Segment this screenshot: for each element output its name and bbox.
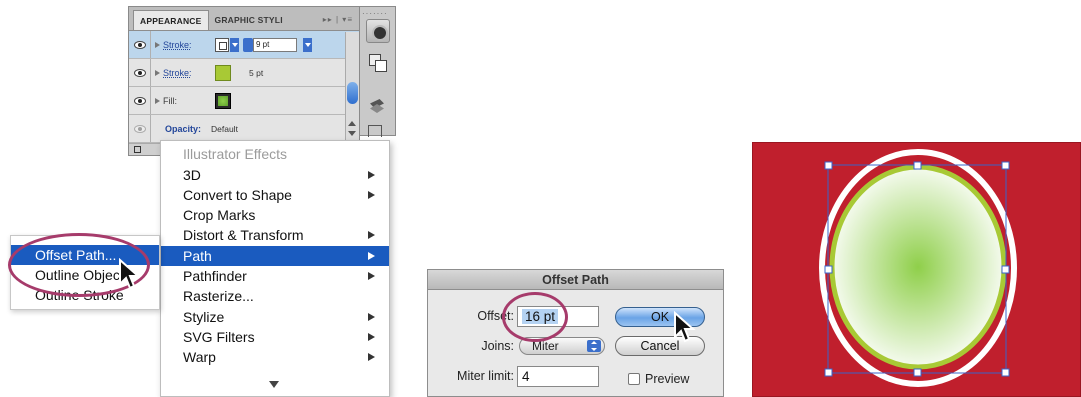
menu-item-label: Stylize: [183, 309, 225, 325]
menu-item-label: SVG Filters: [183, 329, 255, 345]
scroll-down-arrow-icon[interactable]: [348, 131, 356, 136]
stroke-color-swatch[interactable]: [215, 37, 229, 52]
panel-dock: ·······: [360, 6, 396, 137]
menu-item-label: Distort & Transform: [183, 227, 304, 243]
menu-item-label: 3D: [183, 167, 201, 183]
disclosure-triangle-icon[interactable]: [155, 97, 160, 104]
submenu-arrow-icon: [368, 171, 375, 179]
submenu-arrow-icon: [368, 333, 375, 341]
visibility-eye-icon[interactable]: [133, 40, 146, 49]
miter-limit-label: Miter limit:: [457, 369, 514, 383]
submenu-arrow-icon: [368, 353, 375, 361]
submenu-arrow-icon: [368, 313, 375, 321]
submenu-arrow-icon: [368, 272, 375, 280]
appearance-panel: APPEARANCE GRAPHIC STYLI ▸▸ | ▾≡ Stroke:…: [128, 6, 360, 156]
stroke-weight-dropdown[interactable]: [303, 37, 312, 52]
select-arrows-icon: [587, 340, 601, 352]
menu-item-label: Convert to Shape: [183, 187, 292, 203]
stroke-color-swatch[interactable]: [215, 64, 231, 81]
green-fill-ellipse[interactable]: [829, 164, 1007, 370]
menu-item-svg-filters[interactable]: SVG Filters: [161, 327, 389, 347]
menu-item-warp[interactable]: Warp: [161, 347, 389, 367]
menu-item-label: Warp: [183, 349, 216, 365]
appearance-row-opacity[interactable]: Opacity: Default: [129, 115, 359, 143]
stroke-weight-field[interactable]: 9 pt: [253, 37, 297, 52]
visibility-eye-icon[interactable]: [133, 96, 146, 105]
effects-menu: Illustrator Effects 3D Convert to Shape …: [160, 140, 390, 397]
menu-item-crop-marks[interactable]: Crop Marks: [161, 205, 389, 225]
menu-item-pathfinder[interactable]: Pathfinder: [161, 266, 389, 286]
preview-label: Preview: [645, 372, 690, 386]
panel-scrollbar[interactable]: [345, 32, 359, 142]
stroke-panel-icon[interactable]: [366, 19, 390, 43]
offset-input[interactable]: 16 pt: [517, 306, 599, 327]
joins-label: Joins:: [481, 339, 514, 353]
mouse-pointer-icon: [119, 258, 141, 290]
menu-item-label: Rasterize...: [183, 288, 254, 304]
offset-value: 16 pt: [522, 309, 559, 324]
add-new-stroke-icon[interactable]: [134, 146, 141, 153]
menu-item-path[interactable]: Path: [161, 246, 389, 266]
appearance-row-fill[interactable]: Fill:: [129, 87, 359, 115]
visibility-eye-icon[interactable]: [133, 68, 146, 77]
scrollbar-thumb[interactable]: [347, 82, 358, 104]
menu-item-stylize[interactable]: Stylize: [161, 307, 389, 327]
visibility-eye-icon[interactable]: [133, 124, 146, 133]
mouse-pointer-icon: [674, 311, 696, 343]
stroke-color-dropdown[interactable]: [230, 37, 239, 52]
menu-item-3d[interactable]: 3D: [161, 165, 389, 185]
offset-label: Offset:: [477, 309, 514, 323]
scroll-up-arrow-icon[interactable]: [348, 121, 356, 126]
stroke-weight-value: 5 pt: [249, 67, 264, 78]
disclosure-triangle-icon[interactable]: [155, 41, 160, 48]
dock-grip-icon[interactable]: ·······: [362, 9, 388, 18]
menu-heading: Illustrator Effects: [183, 146, 288, 162]
panel-menu-icon[interactable]: ▸▸ | ▾≡: [317, 9, 359, 30]
transform-panel-icon[interactable]: [366, 51, 390, 75]
disclosure-triangle-icon[interactable]: [155, 69, 160, 76]
menu-item-label: Path: [183, 248, 212, 264]
stroke-weight-stepper[interactable]: [243, 37, 253, 52]
artwork-graphic: [819, 149, 1017, 387]
joins-value: Miter: [532, 339, 559, 353]
links-panel-icon[interactable]: [368, 125, 382, 137]
appearance-row-stroke-2[interactable]: Stroke: 5 pt: [129, 59, 359, 87]
menu-item-rasterize[interactable]: Rasterize...: [161, 286, 389, 306]
tab-graphic-styles[interactable]: GRAPHIC STYLI: [209, 10, 289, 30]
menu-item-label: Crop Marks: [183, 207, 256, 223]
fill-label[interactable]: Fill:: [163, 96, 207, 106]
tab-appearance[interactable]: APPEARANCE: [133, 10, 209, 30]
layers-panel-icon[interactable]: [366, 93, 390, 117]
menu-item-distort-transform[interactable]: Distort & Transform: [161, 225, 389, 245]
joins-select[interactable]: Miter: [519, 337, 605, 355]
preview-checkbox[interactable]: [628, 373, 640, 385]
panel-tab-bar: APPEARANCE GRAPHIC STYLI ▸▸ | ▾≡: [129, 7, 359, 31]
opacity-label-link[interactable]: Opacity:: [165, 124, 211, 134]
artwork-canvas: [752, 142, 1081, 397]
dialog-title: Offset Path: [428, 270, 723, 290]
fill-color-swatch[interactable]: [215, 92, 231, 109]
menu-item-convert-to-shape[interactable]: Convert to Shape: [161, 185, 389, 205]
appearance-row-stroke-1[interactable]: Stroke: 9 pt: [129, 31, 359, 59]
submenu-arrow-icon: [368, 231, 375, 239]
scroll-more-arrow-icon[interactable]: [269, 381, 279, 388]
stroke-label-link[interactable]: Stroke:: [163, 68, 207, 78]
stroke-label-link[interactable]: Stroke:: [163, 40, 207, 50]
submenu-arrow-icon: [368, 191, 375, 199]
menu-item-label: Pathfinder: [183, 268, 247, 284]
miter-limit-input[interactable]: 4: [517, 366, 599, 387]
submenu-arrow-icon: [368, 252, 375, 260]
opacity-value: Default: [211, 123, 238, 134]
